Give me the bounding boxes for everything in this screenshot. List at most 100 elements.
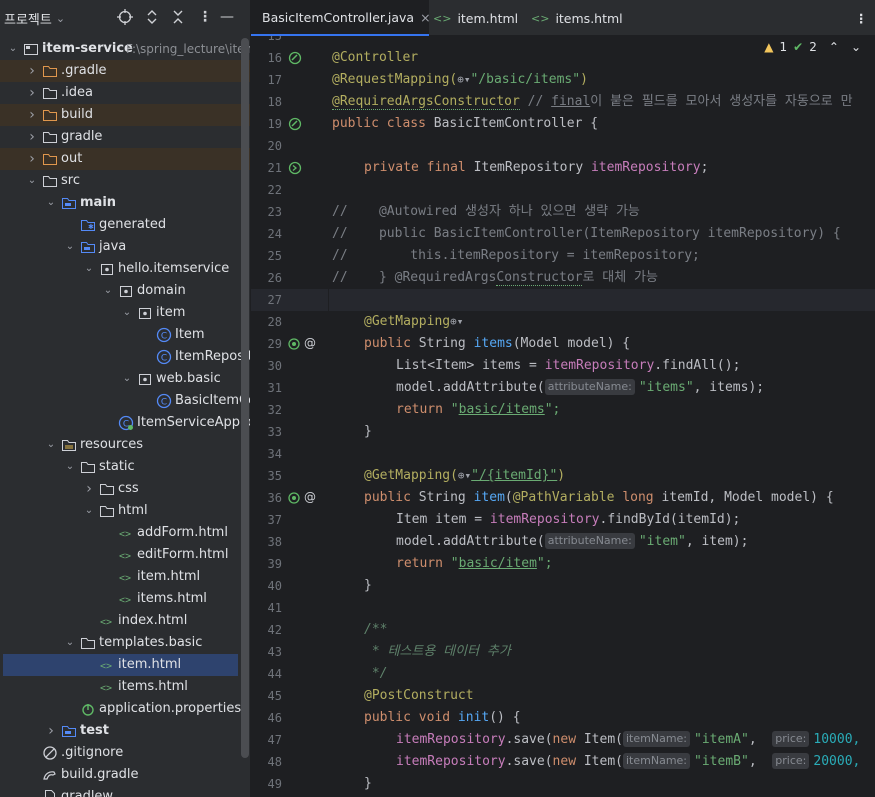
tree-item[interactable]: › build	[0, 104, 250, 126]
code-editor[interactable]: 15 16 17 18 19 20 21 22 23 24 25 26 27 28 29 30 31 32 33 34…	[251, 36, 875, 797]
tree-item[interactable]: ⌄ static	[0, 456, 250, 478]
code-line-40: }	[364, 578, 372, 593]
tree-item[interactable]: ⌄ java	[0, 236, 250, 258]
editor-tab-bar: C BasicItemController.java × <> item.htm…	[251, 0, 875, 36]
tree-item[interactable]: gradlew	[0, 786, 250, 797]
project-panel-title[interactable]: 프로젝트	[4, 9, 52, 28]
tree-item[interactable]: C Item	[0, 324, 250, 346]
code-token: ";	[536, 556, 553, 571]
chevron-right-icon[interactable]: ›	[25, 60, 39, 82]
chevron-down-icon[interactable]: ⌄	[82, 500, 96, 522]
collapse-all-icon[interactable]	[171, 9, 185, 29]
tree-item[interactable]: application.properties	[0, 698, 250, 720]
chevron-down-icon[interactable]: ⌄	[44, 192, 58, 214]
tree-item[interactable]: › css	[0, 478, 250, 500]
tree-item[interactable]: <> item.html	[0, 566, 250, 588]
tree-item[interactable]: ⌄ item-service F:\spring_lecture\item	[0, 38, 250, 60]
endpoint-gutter-icon[interactable]	[288, 337, 302, 351]
tree-item[interactable]: .gitignore	[0, 742, 250, 764]
tree-item[interactable]: › .gradle	[0, 60, 250, 82]
chevron-down-icon[interactable]: ⌄	[56, 12, 65, 25]
tab-item-html[interactable]: <> item.html	[433, 0, 521, 36]
excluded-folder-icon	[42, 107, 58, 123]
code-token: ";	[544, 402, 561, 417]
tree-item[interactable]: <> items.html	[0, 588, 250, 610]
autowired-gutter-icon[interactable]	[288, 161, 302, 175]
line-number: 39	[267, 557, 282, 571]
tree-item[interactable]: <> index.html	[0, 610, 250, 632]
tree-item[interactable]: C BasicItemController	[0, 390, 250, 412]
code-token: ,	[748, 754, 773, 769]
endpoint-gutter-icon[interactable]	[288, 491, 302, 505]
chevron-right-icon[interactable]: ›	[25, 82, 39, 104]
tree-item[interactable]: ⌄ domain	[0, 280, 250, 302]
locate-icon[interactable]	[117, 9, 133, 29]
globe-icon[interactable]: ⊕▾	[458, 469, 471, 482]
tree-item-label: resources	[80, 437, 144, 452]
chevron-down-icon[interactable]: ⌄	[63, 632, 77, 654]
code-line-45: @PostConstruct	[364, 688, 474, 703]
chevron-down-icon[interactable]: ⌄	[120, 368, 134, 390]
tree-item[interactable]: ⌄ main	[0, 192, 250, 214]
chevron-down-icon[interactable]: ⌄	[63, 236, 77, 258]
globe-icon[interactable]: ⊕▾	[450, 315, 463, 328]
request-mapping-gutter-icon[interactable]: @	[304, 336, 318, 350]
tree-item[interactable]: <> editForm.html	[0, 544, 250, 566]
tab-basic-item-controller[interactable]: C BasicItemController.java ×	[251, 0, 431, 36]
code-token: model.addAttribute(	[396, 380, 545, 395]
chevron-right-icon[interactable]: ›	[25, 104, 39, 126]
hide-panel-icon[interactable]: —	[220, 9, 234, 25]
tree-item[interactable]: ⌄ templates.basic	[0, 632, 250, 654]
source-folder-icon	[61, 195, 77, 211]
tree-item[interactable]: ⌄ hello.itemservice	[0, 258, 250, 280]
chevron-right-icon[interactable]: ›	[82, 478, 96, 500]
tree-item[interactable]: ⌄ item	[0, 302, 250, 324]
chevron-down-icon[interactable]: ⌄	[101, 280, 115, 302]
globe-icon[interactable]: ⊕▾	[457, 73, 470, 86]
tree-item[interactable]: › gradle	[0, 126, 250, 148]
code-token: itemRepository	[544, 358, 655, 373]
expand-all-icon[interactable]	[145, 9, 159, 29]
chevron-down-icon[interactable]: ⌄	[44, 434, 58, 456]
tree-item[interactable]: ⌄ web.basic	[0, 368, 250, 390]
tree-item[interactable]: ⌄ src	[0, 170, 250, 192]
tab-items-html[interactable]: <> items.html	[531, 0, 631, 36]
tree-item[interactable]: ⌄ resources	[0, 434, 250, 456]
options-icon[interactable]: ⋮	[198, 9, 212, 25]
code-token: 로 대체 가능	[582, 270, 658, 285]
svg-text:✱: ✱	[88, 223, 94, 231]
sidebar-scrollbar[interactable]	[241, 38, 249, 758]
chevron-down-icon[interactable]: ⌄	[120, 302, 134, 324]
chevron-right-icon[interactable]: ›	[25, 148, 39, 170]
tree-item[interactable]: build.gradle	[0, 764, 250, 786]
tree-item[interactable]: › test	[0, 720, 250, 742]
chevron-right-icon[interactable]: ›	[44, 720, 58, 742]
code-token: BasicItemController {	[433, 116, 599, 131]
line-number: 25	[267, 249, 282, 263]
tree-item[interactable]: <> addForm.html	[0, 522, 250, 544]
close-icon[interactable]: ×	[420, 10, 430, 25]
tree-item[interactable]: › .idea	[0, 82, 250, 104]
chevron-down-icon[interactable]: ⌄	[25, 170, 39, 192]
file-icon	[42, 789, 58, 797]
line-number: 40	[267, 579, 282, 593]
svg-text:C: C	[161, 353, 167, 363]
tree-item[interactable]: <> items.html	[0, 676, 250, 698]
tree-item[interactable]: C ItemRepository	[0, 346, 250, 368]
chevron-down-icon[interactable]: ⌄	[63, 456, 77, 478]
class-icon: C	[156, 349, 172, 365]
spring-bean-gutter-icon[interactable]	[288, 51, 302, 65]
tree-item[interactable]: <> item.html	[3, 654, 238, 676]
line-number: 29	[267, 337, 282, 351]
tab-options-icon[interactable]: ⋮	[855, 0, 868, 36]
tree-item[interactable]: ✱ generated	[0, 214, 250, 236]
chevron-down-icon[interactable]: ⌄	[82, 258, 96, 280]
tree-item[interactable]: › out	[0, 148, 250, 170]
chevron-right-icon[interactable]: ›	[25, 126, 39, 148]
request-mapping-gutter-icon[interactable]: @	[304, 490, 318, 504]
code-line-26: // } @RequiredArgsConstructor로 대체 가능	[332, 267, 658, 289]
chevron-down-icon[interactable]: ⌄	[6, 38, 20, 60]
tree-item[interactable]: ⌄ html	[0, 500, 250, 522]
tree-item[interactable]: CItemServiceApplication	[0, 412, 250, 434]
spring-bean-gutter-icon[interactable]	[288, 117, 302, 131]
